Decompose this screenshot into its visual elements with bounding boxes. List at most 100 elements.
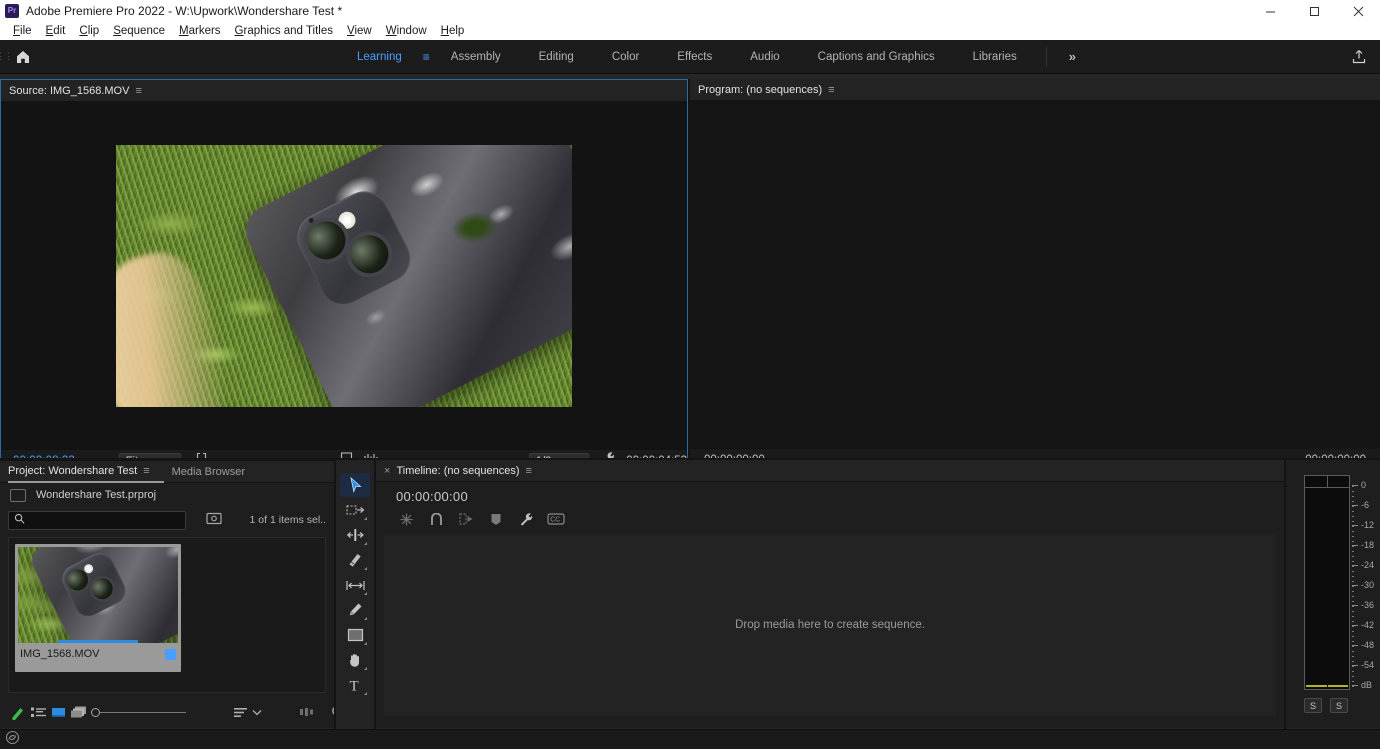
chevron-down-icon[interactable] bbox=[252, 701, 262, 723]
filter-bin-icon[interactable] bbox=[206, 511, 222, 530]
project-panel: Project: Wondershare Test ≡ Media Browse… bbox=[0, 460, 334, 728]
sort-order-icon[interactable] bbox=[233, 701, 249, 723]
tab-captions-and-graphics[interactable]: Captions and Graphics bbox=[799, 40, 954, 74]
solo-buttons-row: S S bbox=[1304, 698, 1354, 713]
automate-to-sequence-icon[interactable] bbox=[299, 701, 316, 723]
timeline-current-timecode[interactable]: 00:00:00:00 bbox=[396, 489, 468, 504]
menu-graphics-and-titles[interactable]: Graphics and Titles bbox=[228, 22, 340, 40]
source-monitor-tab-label: Source: IMG_1568.MOV bbox=[9, 85, 129, 97]
panel-menu-icon[interactable]: ≡ bbox=[828, 84, 834, 96]
project-tab-label: Project: Wondershare Test bbox=[8, 465, 137, 477]
menu-window[interactable]: Window bbox=[379, 22, 434, 40]
type-tool[interactable]: T bbox=[340, 673, 370, 697]
tool-group-indicator bbox=[364, 692, 367, 695]
search-input-wrapper[interactable] bbox=[8, 511, 186, 530]
db-label-12: -12 bbox=[1352, 520, 1374, 530]
panel-menu-icon[interactable]: ≡ bbox=[143, 465, 149, 477]
tab-learning[interactable]: Learning bbox=[338, 40, 421, 74]
selection-tool[interactable] bbox=[340, 473, 370, 497]
slip-tool[interactable] bbox=[340, 573, 370, 597]
tab-editing[interactable]: Editing bbox=[520, 40, 593, 74]
timeline-drop-hint: Drop media here to create sequence. bbox=[735, 619, 925, 631]
hand-tool[interactable] bbox=[340, 648, 370, 672]
list-item[interactable]: IMG_1568.MOV bbox=[15, 544, 181, 672]
source-monitor-tab[interactable]: Source: IMG_1568.MOV ≡ bbox=[9, 80, 156, 102]
sort-icon[interactable] bbox=[70, 701, 88, 723]
tab-media-browser[interactable]: Media Browser bbox=[172, 461, 259, 483]
db-label-18: -18 bbox=[1352, 540, 1374, 550]
list-view-icon[interactable] bbox=[30, 701, 47, 723]
menu-help[interactable]: Help bbox=[434, 22, 472, 40]
program-monitor-tab[interactable]: Program: (no sequences) ≡ bbox=[698, 79, 849, 101]
audio-meter[interactable]: 0 -6 -12 -18 -24 -30 -36 -42 -48 -54 dB bbox=[1304, 475, 1354, 690]
solo-right-button[interactable]: S bbox=[1330, 698, 1348, 713]
workspace-tabs: Learning ≡ Assembly Editing Color Effect… bbox=[338, 40, 1088, 74]
search-input[interactable] bbox=[29, 514, 179, 526]
divider-source-program[interactable] bbox=[688, 79, 690, 460]
tool-group-indicator bbox=[364, 642, 367, 645]
menu-sequence[interactable]: Sequence bbox=[106, 22, 172, 40]
svg-text:T: T bbox=[349, 679, 358, 694]
add-marker-icon[interactable] bbox=[484, 509, 508, 529]
captions-icon[interactable]: CC bbox=[544, 509, 568, 529]
freeform-view-icon[interactable] bbox=[10, 701, 27, 723]
tab-color[interactable]: Color bbox=[593, 40, 658, 74]
linked-selection-icon[interactable] bbox=[454, 509, 478, 529]
window-controls bbox=[1248, 0, 1380, 22]
creative-cloud-icon[interactable] bbox=[5, 731, 20, 749]
parent-bin-icon[interactable] bbox=[10, 489, 26, 502]
menu-view[interactable]: View bbox=[340, 22, 379, 40]
zoom-slider-knob[interactable] bbox=[91, 708, 100, 717]
ripple-edit-tool[interactable] bbox=[340, 523, 370, 547]
project-panel-tabbar: Project: Wondershare Test ≡ Media Browse… bbox=[0, 461, 334, 483]
meter-channel-divider bbox=[1327, 476, 1328, 487]
solo-left-button[interactable]: S bbox=[1304, 698, 1322, 713]
close-icon[interactable] bbox=[1336, 0, 1380, 22]
thumbnail-scrub-bar[interactable] bbox=[58, 640, 138, 643]
db-label-6: -6 bbox=[1352, 500, 1369, 510]
title-bar: Pr Adobe Premiere Pro 2022 - W:\Upwork\W… bbox=[0, 0, 1380, 22]
tab-project[interactable]: Project: Wondershare Test ≡ bbox=[8, 461, 164, 483]
close-icon[interactable]: × bbox=[384, 465, 390, 477]
tab-audio[interactable]: Audio bbox=[731, 40, 798, 74]
razor-tool[interactable] bbox=[340, 548, 370, 572]
pen-tool[interactable] bbox=[340, 598, 370, 622]
nest-icon[interactable] bbox=[394, 509, 418, 529]
audio-meters-panel: 0 -6 -12 -18 -24 -30 -36 -42 -48 -54 dB … bbox=[1286, 460, 1380, 728]
divider-monitors-bottom[interactable] bbox=[0, 458, 1380, 460]
timeline-settings-icon[interactable] bbox=[514, 509, 538, 529]
icon-view-icon[interactable] bbox=[50, 701, 67, 723]
meter-db-scale: 0 -6 -12 -18 -24 -30 -36 -42 -48 -54 dB bbox=[1352, 486, 1380, 688]
home-icon[interactable] bbox=[8, 49, 38, 65]
project-item-area[interactable]: IMG_1568.MOV bbox=[8, 537, 326, 693]
tab-assembly[interactable]: Assembly bbox=[432, 40, 520, 74]
menu-markers[interactable]: Markers bbox=[172, 22, 228, 40]
export-share-icon[interactable] bbox=[1350, 48, 1368, 71]
menu-edit[interactable]: Edit bbox=[39, 22, 73, 40]
db-label-0: 0 bbox=[1352, 480, 1366, 490]
tab-libraries[interactable]: Libraries bbox=[954, 40, 1036, 74]
menu-file[interactable]: File bbox=[6, 22, 39, 40]
source-video-area[interactable] bbox=[1, 102, 687, 450]
panel-menu-icon[interactable]: ≡ bbox=[526, 465, 532, 477]
divider-timeline-audio[interactable] bbox=[1284, 460, 1286, 729]
workspace-menu-icon[interactable]: ≡ bbox=[421, 50, 432, 64]
panel-grip-icon[interactable]: ⋮⋮ bbox=[0, 40, 8, 74]
divider-project-tools[interactable] bbox=[334, 460, 336, 729]
snap-icon[interactable] bbox=[424, 509, 448, 529]
panel-menu-icon[interactable]: ≡ bbox=[135, 85, 141, 97]
microphone-dot bbox=[308, 217, 315, 224]
track-select-forward-tool[interactable] bbox=[340, 498, 370, 522]
minimize-icon[interactable] bbox=[1248, 0, 1292, 22]
timeline-drop-zone[interactable]: Drop media here to create sequence. bbox=[384, 534, 1276, 716]
rectangle-tool[interactable] bbox=[340, 623, 370, 647]
zoom-slider-track[interactable] bbox=[100, 712, 186, 713]
workspace-more-icon[interactable]: » bbox=[1057, 49, 1088, 64]
program-video-area[interactable] bbox=[690, 101, 1380, 449]
zoom-slider[interactable] bbox=[91, 701, 186, 723]
timeline-tab[interactable]: × Timeline: (no sequences) ≡ bbox=[384, 460, 546, 482]
menu-clip[interactable]: Clip bbox=[72, 22, 106, 40]
divider-tools-timeline[interactable] bbox=[374, 460, 376, 729]
tab-effects[interactable]: Effects bbox=[658, 40, 731, 74]
maximize-icon[interactable] bbox=[1292, 0, 1336, 22]
